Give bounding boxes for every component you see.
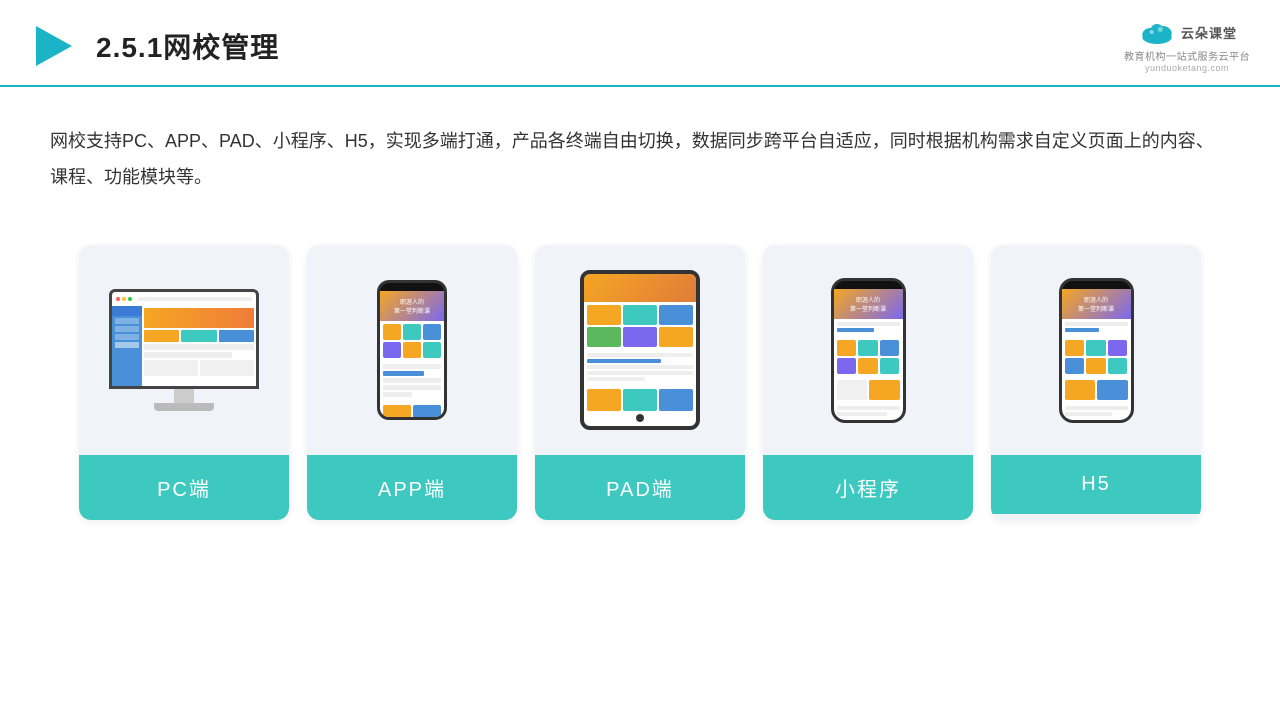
- logo-tagline: 教育机构一站式服务云平台: [1124, 48, 1250, 63]
- description-text: 网校支持PC、APP、PAD、小程序、H5，实现多端打通，产品各终端自由切换，数…: [0, 87, 1280, 205]
- app-phone: 职涯人的第一堂判断课: [377, 280, 447, 420]
- h5-phone-screen: 职涯人的第一堂判断课: [1062, 289, 1131, 420]
- phone-screen: 职涯人的第一堂判断课: [380, 291, 444, 417]
- monitor-neck: [174, 389, 194, 403]
- header: 2.5.1网校管理 云朵课堂 教育机构一站式服务云平台 yunduoketang…: [0, 0, 1280, 87]
- card-miniprogram-label: 小程序: [763, 455, 973, 520]
- card-h5-label: H5: [991, 455, 1201, 514]
- h5-phone-notch: [1085, 283, 1107, 289]
- tablet-screen: [584, 274, 696, 426]
- pad-tablet: [580, 270, 700, 430]
- pc-monitor: [109, 289, 259, 411]
- play-icon: [30, 22, 78, 70]
- miniprogram-screen: 职涯人的第一堂判断课: [834, 289, 903, 420]
- card-pc-image: [79, 245, 289, 455]
- logo-name: 云朵课堂: [1181, 23, 1237, 42]
- logo-cloud: 云朵课堂: [1137, 18, 1237, 46]
- card-miniprogram: 职涯人的第一堂判断课: [763, 245, 973, 520]
- card-pad-label: PAD端: [535, 455, 745, 520]
- card-app-image: 职涯人的第一堂判断课: [307, 245, 517, 455]
- card-pc-label: PC端: [79, 455, 289, 520]
- card-app: 职涯人的第一堂判断课: [307, 245, 517, 520]
- header-left: 2.5.1网校管理: [30, 22, 279, 70]
- logo-domain: yunduoketang.com: [1145, 63, 1229, 73]
- card-h5-image: 职涯人的第一堂判断课: [991, 245, 1201, 455]
- card-miniprogram-image: 职涯人的第一堂判断课: [763, 245, 973, 455]
- monitor-screen: [109, 289, 259, 389]
- page-title: 2.5.1网校管理: [96, 26, 279, 66]
- cards-container: PC端 职涯人的第一堂判断课: [0, 215, 1280, 550]
- phone-notch: [401, 285, 423, 291]
- card-pad: PAD端: [535, 245, 745, 520]
- cloud-icon: [1137, 18, 1177, 46]
- monitor-base: [154, 403, 214, 411]
- logo-area: 云朵课堂 教育机构一站式服务云平台 yunduoketang.com: [1124, 18, 1250, 73]
- card-pc: PC端: [79, 245, 289, 520]
- card-app-label: APP端: [307, 455, 517, 520]
- card-h5: 职涯人的第一堂判断课: [991, 245, 1201, 520]
- tablet-home-button: [636, 414, 644, 422]
- miniprogram-notch: [857, 283, 879, 289]
- miniprogram-phone: 职涯人的第一堂判断课: [831, 278, 906, 423]
- h5-phone: 职涯人的第一堂判断课: [1059, 278, 1134, 423]
- card-pad-image: [535, 245, 745, 455]
